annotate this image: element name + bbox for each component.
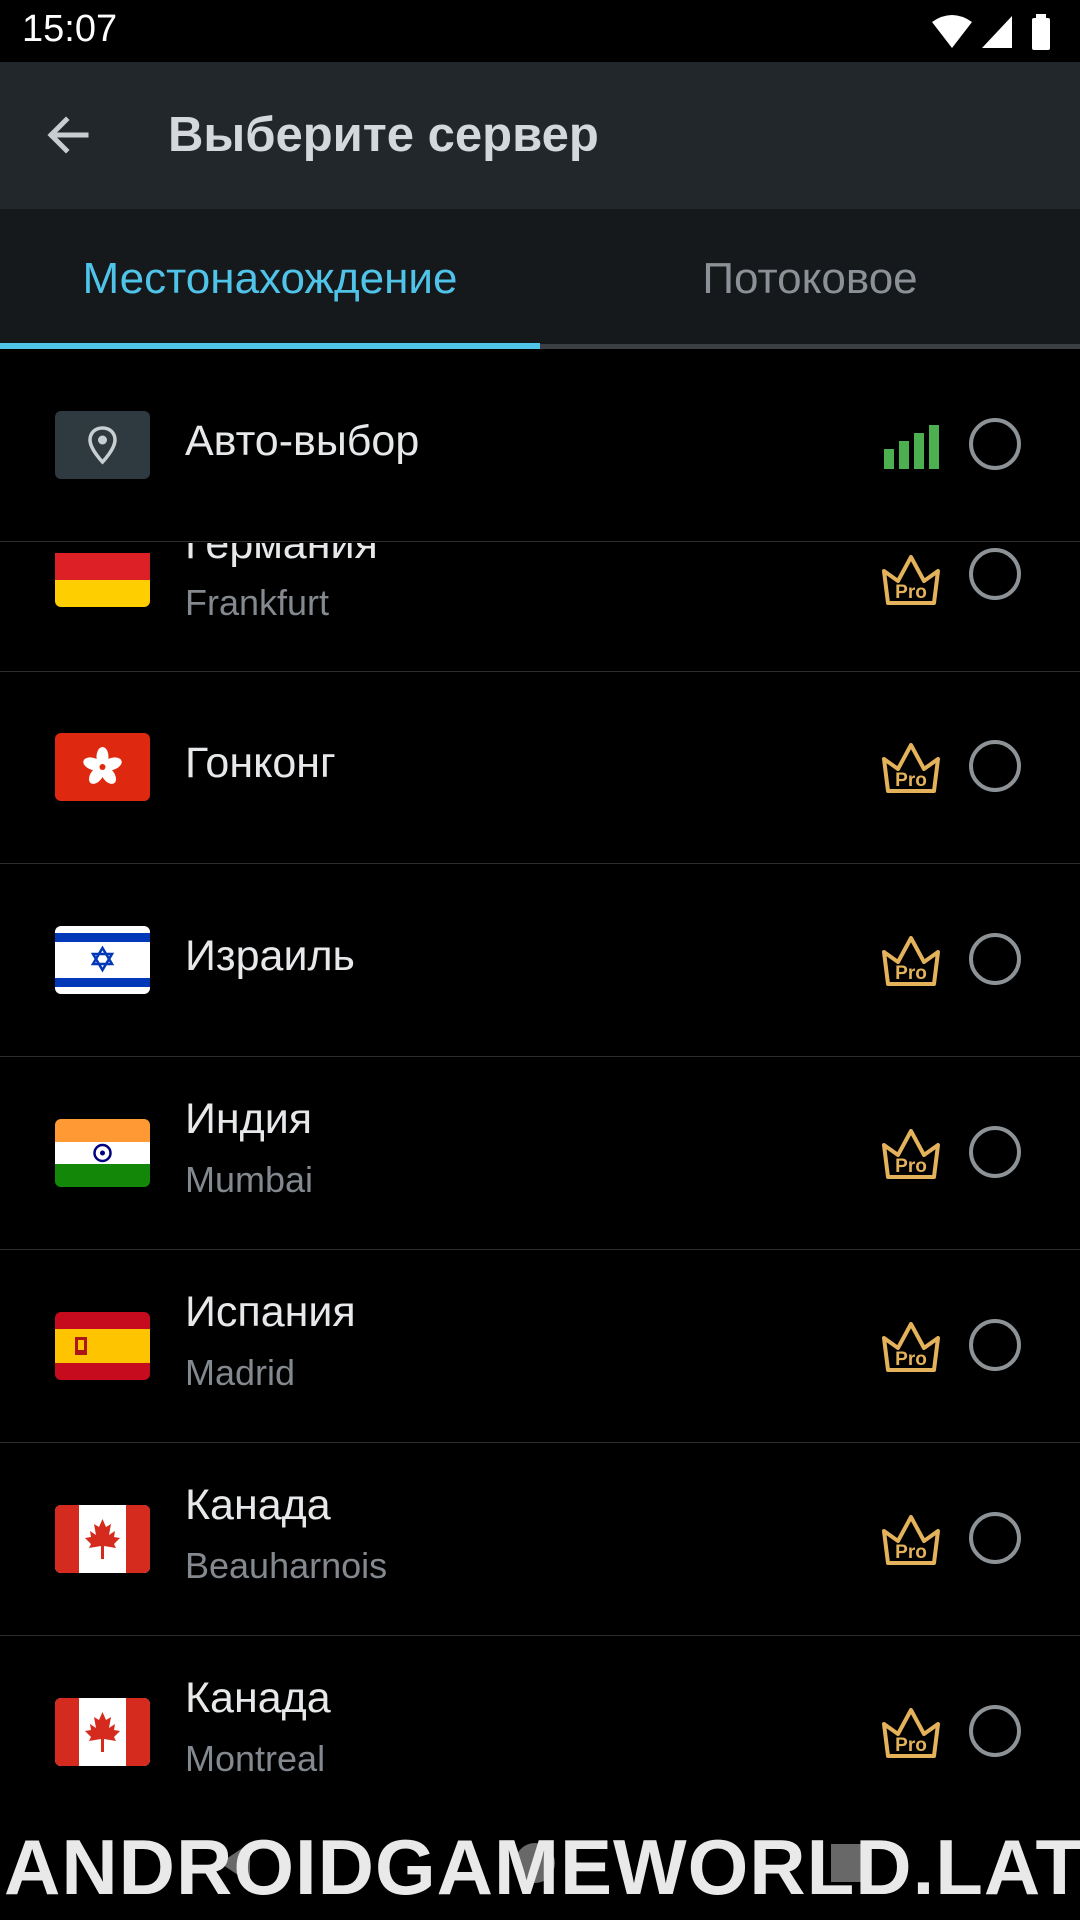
pro-crown-icon: Pro bbox=[882, 1708, 940, 1758]
hong-kong-flag bbox=[55, 733, 150, 801]
pro-label: Pro bbox=[895, 1542, 927, 1563]
arrow-left-icon bbox=[47, 116, 89, 154]
location-pin-icon bbox=[55, 411, 150, 479]
pro-label: Pro bbox=[895, 963, 927, 984]
status-icons bbox=[930, 12, 1060, 52]
pro-label: Pro bbox=[895, 1349, 927, 1370]
radio-spain[interactable] bbox=[969, 1319, 1021, 1371]
server-row-germany[interactable]: Германия Frankfurt Pro bbox=[0, 543, 1080, 672]
pro-label: Pro bbox=[895, 1735, 927, 1756]
radio-india[interactable] bbox=[969, 1126, 1021, 1178]
pro-crown-icon: Pro bbox=[882, 936, 940, 986]
spain-flag bbox=[55, 1312, 150, 1380]
pro-crown-icon: Pro bbox=[882, 1515, 940, 1565]
server-select-screen: 15:07 Выберите сервер Местонахождение По… bbox=[0, 0, 1080, 1920]
status-time: 15:07 bbox=[22, 8, 118, 50]
israel-flag bbox=[55, 926, 150, 994]
pro-label: Pro bbox=[895, 770, 927, 791]
auto-select-label: Авто-выбор bbox=[185, 417, 420, 465]
pro-crown-icon: Pro bbox=[882, 743, 940, 793]
pro-label: Pro bbox=[895, 1156, 927, 1177]
tab-location[interactable]: Местонахождение bbox=[0, 209, 540, 349]
pro-crown-icon: Pro bbox=[882, 1322, 940, 1372]
server-row-hong-kong[interactable]: Гонконг Pro bbox=[0, 671, 1080, 864]
india-flag bbox=[55, 1119, 150, 1187]
battery-icon bbox=[1032, 14, 1050, 50]
radio-canada-montreal[interactable] bbox=[969, 1705, 1021, 1757]
server-country: Испания bbox=[185, 1288, 356, 1336]
server-row-israel[interactable]: Израиль Pro bbox=[0, 864, 1080, 1057]
signal-bars-icon bbox=[884, 425, 939, 469]
server-city: Montreal bbox=[185, 1738, 326, 1779]
radio-israel[interactable] bbox=[969, 933, 1021, 985]
watermark-text: ANDROIDGAMEWORLD.LAT bbox=[4, 1823, 1080, 1911]
server-country: Канада bbox=[185, 1481, 331, 1529]
tab-streaming[interactable]: Потоковое bbox=[540, 209, 1080, 349]
server-city: Beauharnois bbox=[185, 1545, 388, 1586]
server-row-canada-montreal[interactable]: Канада Montreal Pro bbox=[0, 1636, 1080, 1828]
page-title: Выберите сервер bbox=[168, 108, 599, 162]
server-row-spain[interactable]: Испания Madrid Pro bbox=[0, 1250, 1080, 1443]
cell-signal-icon bbox=[982, 16, 1012, 48]
pro-crown-icon: Pro bbox=[882, 555, 940, 605]
radio-auto-select[interactable] bbox=[969, 418, 1021, 470]
radio-germany[interactable] bbox=[969, 548, 1021, 600]
pro-crown-icon: Pro bbox=[882, 1129, 940, 1179]
server-city: Mumbai bbox=[185, 1159, 314, 1200]
server-country: Канада bbox=[185, 1674, 331, 1722]
app-bar: Выберите сервер bbox=[0, 62, 1080, 209]
server-country: Гонконг bbox=[185, 739, 336, 787]
pro-label: Pro bbox=[895, 582, 927, 603]
canada-flag bbox=[55, 1698, 150, 1766]
server-row-canada-beauharnois[interactable]: Канада Beauharnois Pro bbox=[0, 1443, 1080, 1636]
wifi-icon bbox=[932, 15, 972, 48]
server-country: Германия bbox=[185, 543, 378, 568]
germany-flag bbox=[55, 543, 150, 607]
server-country: Израиль bbox=[185, 932, 355, 980]
radio-hong-kong[interactable] bbox=[969, 740, 1021, 792]
radio-canada-beauharnois[interactable] bbox=[969, 1512, 1021, 1564]
canada-flag bbox=[55, 1505, 150, 1573]
back-button[interactable] bbox=[30, 97, 106, 173]
server-row-india[interactable]: Индия Mumbai Pro bbox=[0, 1057, 1080, 1250]
server-city: Frankfurt bbox=[185, 582, 330, 623]
status-bar: 15:07 bbox=[0, 0, 1080, 62]
server-city: Madrid bbox=[185, 1352, 296, 1393]
server-country: Индия bbox=[185, 1095, 313, 1143]
server-list[interactable]: Авто-выбор Германия Frankfurt Pro Гонкон… bbox=[0, 349, 1080, 1829]
tab-bar: Местонахождение Потоковое bbox=[0, 209, 1080, 349]
auto-select-row[interactable]: Авто-выбор bbox=[0, 349, 1080, 542]
